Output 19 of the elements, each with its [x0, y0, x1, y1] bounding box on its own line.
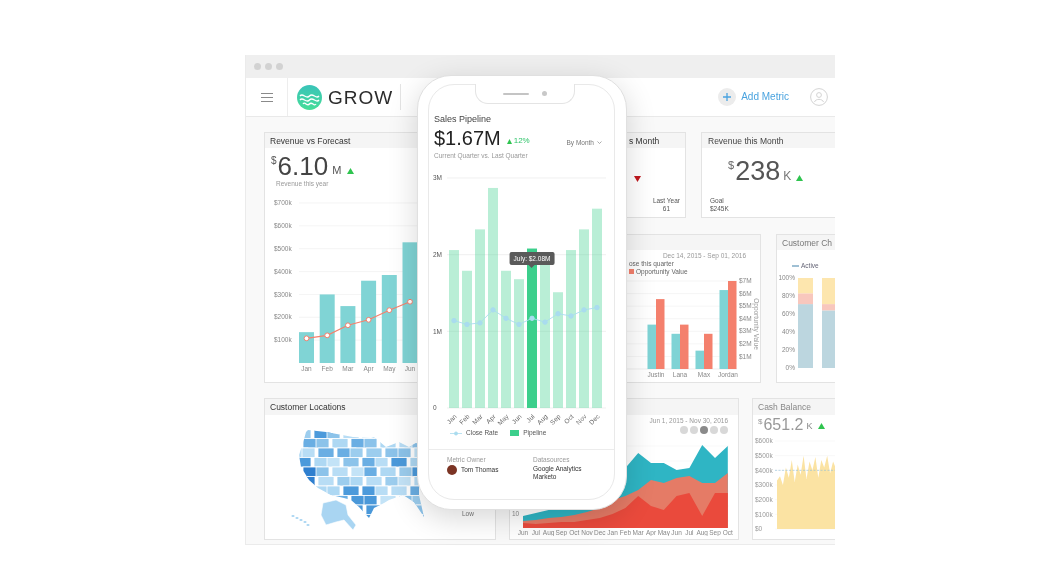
metric-value: 6.10 — [277, 155, 329, 177]
change-value: 12% — [513, 137, 530, 145]
currency-symbol: $ — [758, 418, 763, 426]
currency-symbol: $ — [728, 160, 735, 171]
card-title: Sales Pipeline — [434, 114, 492, 124]
logo-text: GROW — [328, 87, 394, 107]
unit-label: K — [806, 422, 813, 431]
card-title: Cash Balance — [758, 402, 811, 412]
card-title: s Month — [629, 135, 660, 146]
card-title: Customer Locations — [270, 402, 346, 412]
unit-label: M — [332, 165, 342, 176]
card-title: Revenue vs Forecast — [270, 135, 351, 146]
metric-value: 238 — [735, 160, 781, 182]
metric-value: 651.2 — [763, 418, 804, 432]
currency-symbol: $ — [271, 156, 277, 166]
unit-label: K — [783, 170, 792, 182]
metric-value: $1.67M — [434, 128, 501, 148]
card-title: Customer Ch — [782, 237, 833, 248]
card-title: Revenue this Month — [708, 135, 784, 146]
